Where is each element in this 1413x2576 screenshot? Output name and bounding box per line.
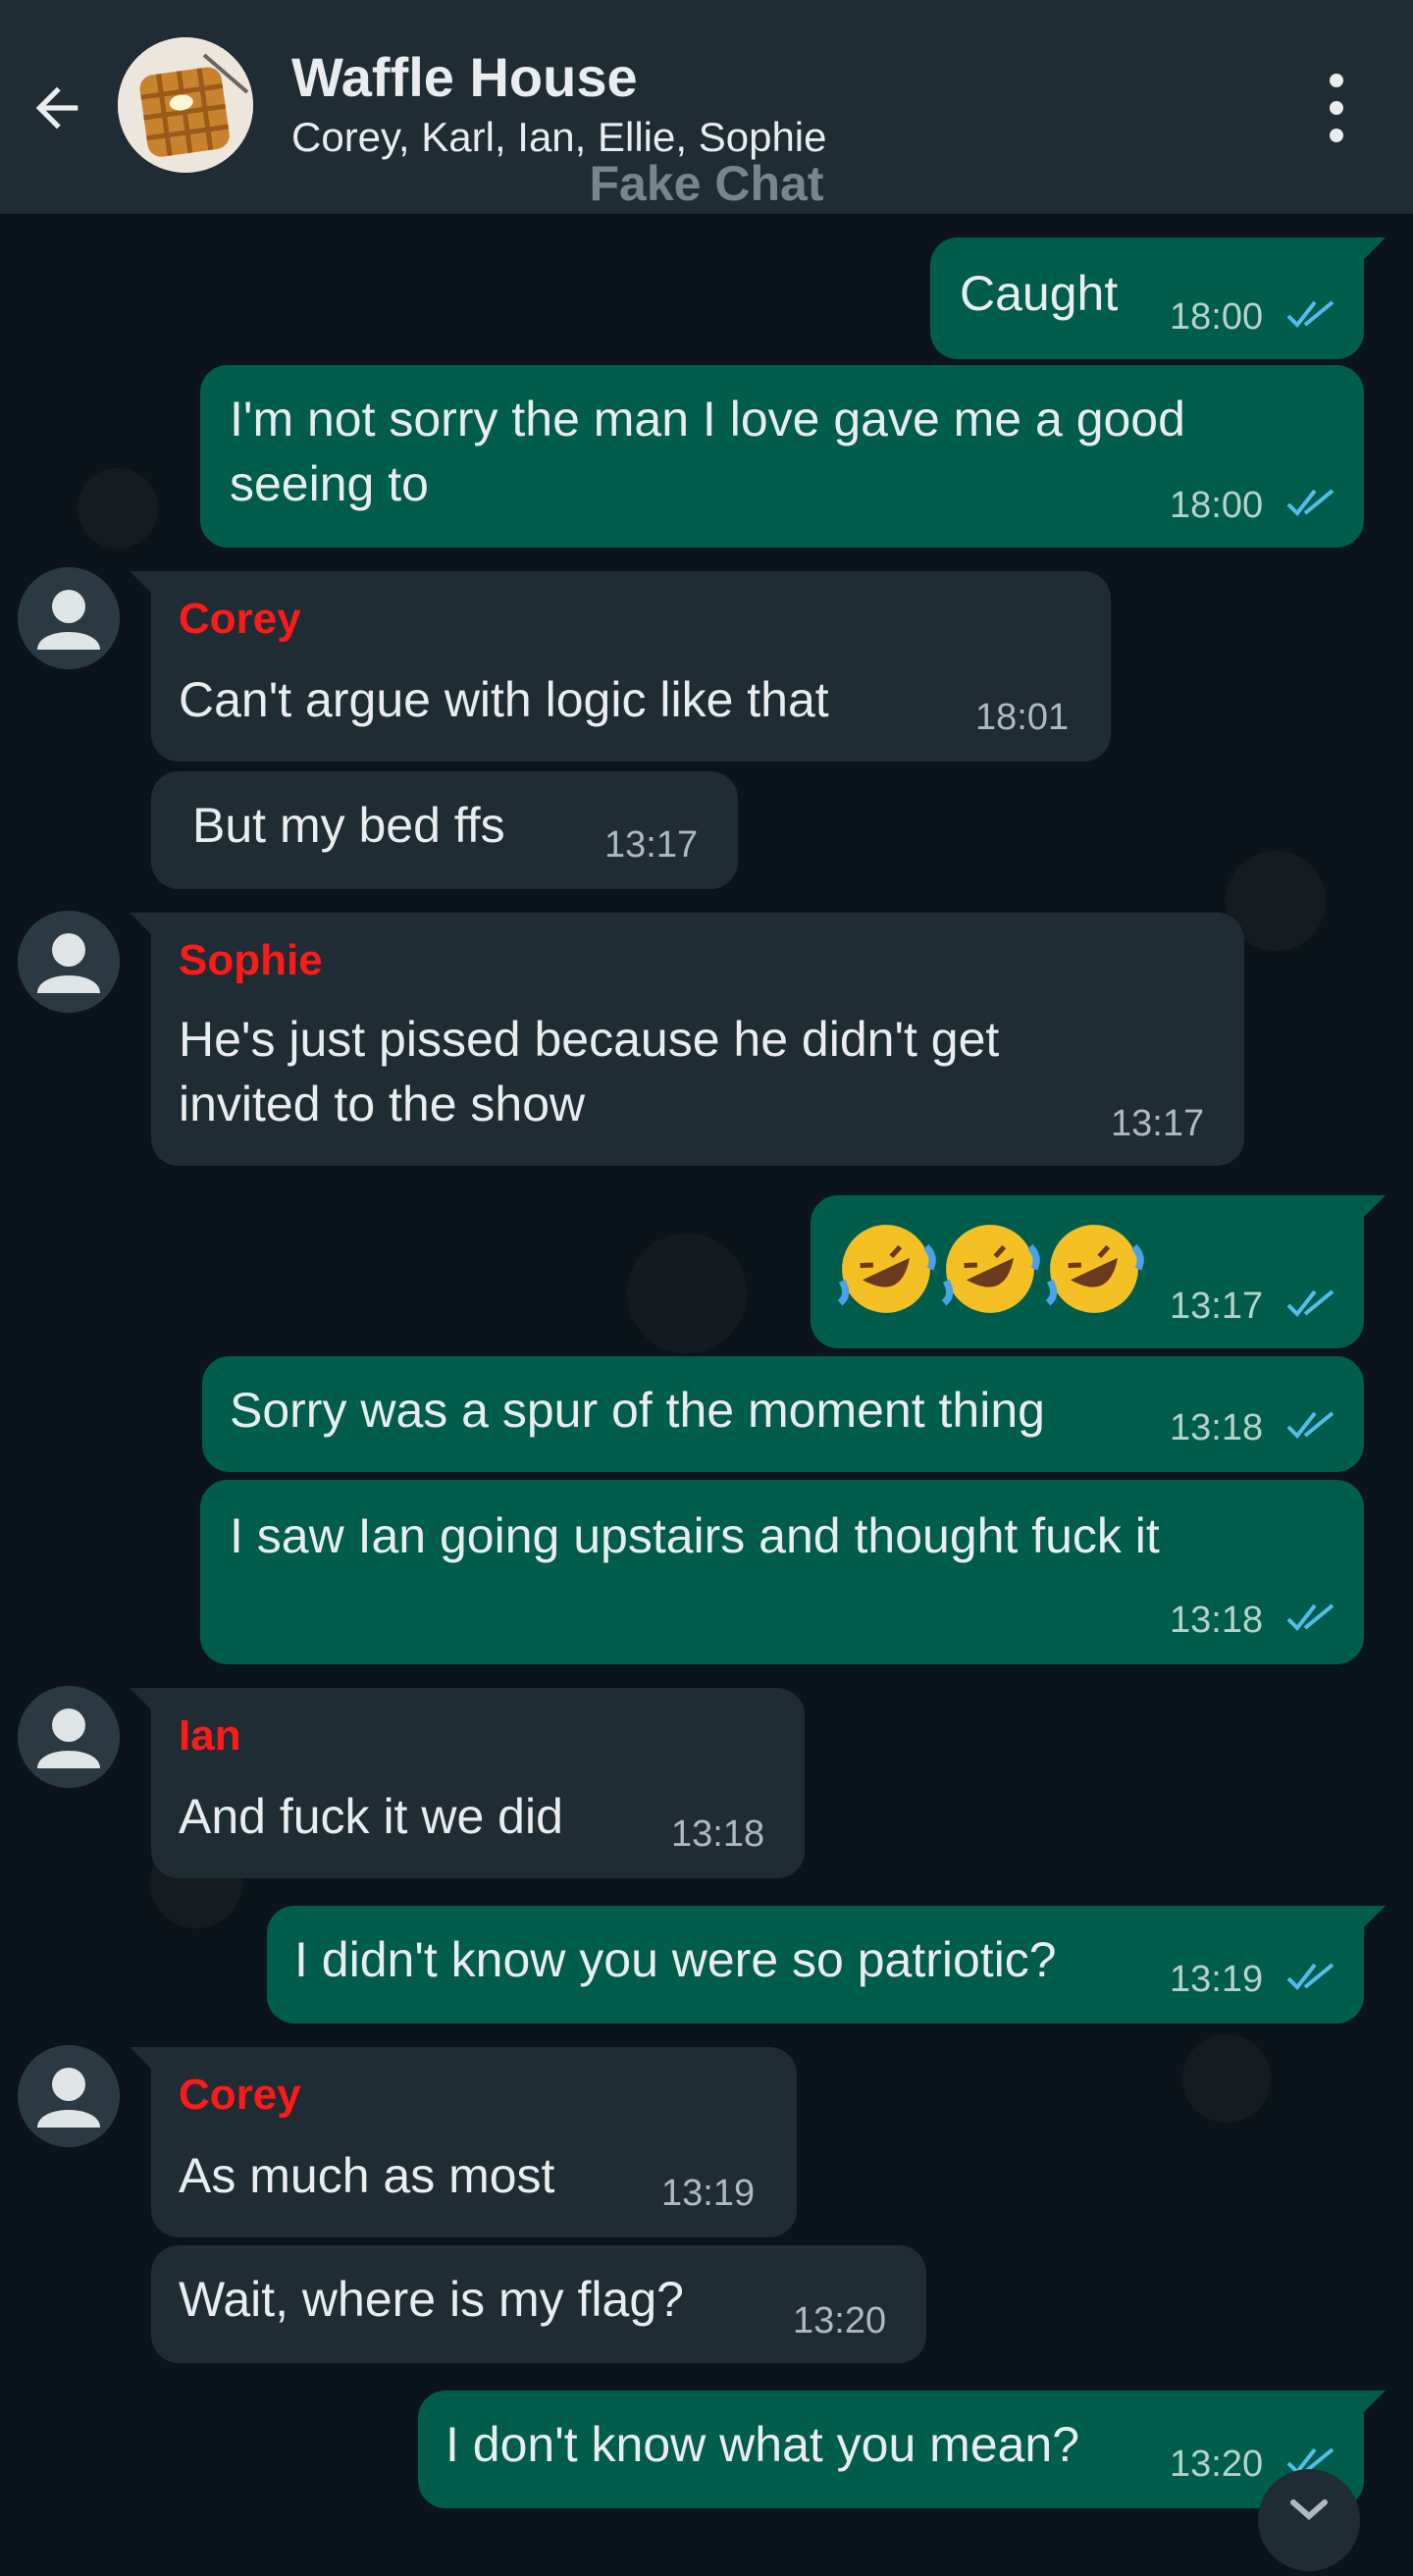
message-time: 13:17 (1111, 1103, 1205, 1144)
sender-name[interactable]: Sophie (179, 936, 323, 985)
message-time: 13:17 (604, 824, 699, 866)
message-text: As much as most (179, 2148, 555, 2203)
sender-name[interactable]: Ian (179, 1711, 241, 1761)
message-bubble-incoming[interactable]: Corey As much as most 13:19 (130, 2047, 797, 2237)
message-time: 18:00 (1170, 296, 1264, 338)
chat-members[interactable]: Corey, Karl, Ian, Ellie, Sophie (291, 114, 827, 161)
double-check-icon (1286, 1289, 1334, 1318)
avatar[interactable] (18, 1686, 120, 1788)
sender-name[interactable]: Corey (179, 595, 301, 644)
message-time: 13:18 (1170, 1600, 1264, 1641)
message-text-line: invited to the show (179, 1077, 586, 1131)
message-time: 18:00 (1170, 485, 1264, 526)
double-check-icon (1286, 300, 1334, 329)
default-avatar-icon (18, 2045, 120, 2147)
message-bubble-incoming[interactable]: Ian And fuck it we did 13:18 (130, 1688, 805, 1878)
message-bubble-incoming[interactable]: Wait, where is my flag? 13:20 (151, 2245, 926, 2363)
message-text: Sorry was a spur of the moment thing (230, 1383, 1045, 1438)
message-text-line: seeing to (230, 456, 429, 511)
message-text: I didn't know you were so patriotic? (294, 1932, 1057, 1987)
message-text: I saw Ian going upstairs and thought fuc… (230, 1508, 1160, 1563)
double-check-icon (1286, 1603, 1334, 1632)
message-bubble-outgoing[interactable]: I saw Ian going upstairs and thought fuc… (200, 1480, 1364, 1664)
message-time: 13:19 (661, 2173, 756, 2214)
default-avatar-icon (18, 911, 120, 1013)
message-time: 18:01 (975, 697, 1070, 738)
scroll-to-bottom-button[interactable] (1258, 2469, 1360, 2571)
chat-header: Waffle House Corey, Karl, Ian, Ellie, So… (0, 0, 1413, 214)
message-bubble-incoming[interactable]: But my bed ffs 13:17 (151, 771, 738, 889)
rolling-on-floor-laughing-emoji (1045, 1225, 1144, 1313)
back-arrow-icon[interactable] (26, 77, 88, 139)
message-time: 13:19 (1170, 1959, 1264, 2000)
message-text-line: He's just pissed because he didn't get (179, 1012, 1000, 1067)
message-time: 13:20 (1170, 2444, 1264, 2485)
message-text: But my bed ffs (192, 798, 505, 853)
message-bubble-outgoing[interactable]: I didn't know you were so patriotic? 13:… (267, 1906, 1386, 2024)
double-check-icon (1286, 489, 1334, 517)
avatar[interactable] (18, 911, 120, 1013)
message-text: And fuck it we did (179, 1789, 563, 1844)
message-time: 13:18 (671, 1814, 765, 1855)
message-bubble-outgoing[interactable]: 13:17 (811, 1195, 1386, 1348)
default-avatar-icon (18, 1686, 120, 1788)
sender-name[interactable]: Corey (179, 2071, 301, 2120)
message-time: 13:20 (793, 2300, 887, 2341)
default-avatar-icon (18, 567, 120, 669)
message-text: Caught (960, 266, 1119, 321)
rolling-on-floor-laughing-emoji (837, 1225, 936, 1313)
message-bubble-incoming[interactable]: Sophie He's just pissed because he didn'… (130, 913, 1244, 1166)
avatar[interactable] (18, 567, 120, 669)
message-bubble-outgoing[interactable]: Sorry was a spur of the moment thing 13:… (202, 1356, 1364, 1472)
fake-chat-watermark: Fake Chat (589, 156, 824, 211)
message-bubble-outgoing[interactable]: Caught 18:00 (930, 237, 1386, 359)
more-vert-icon[interactable] (1320, 71, 1353, 145)
chevron-down-icon (1290, 2499, 1328, 2520)
message-text: I don't know what you mean? (445, 2417, 1080, 2472)
chat-title[interactable]: Waffle House (291, 45, 638, 109)
waffle-icon (118, 37, 253, 173)
double-check-icon (1286, 1963, 1334, 1991)
group-avatar[interactable] (118, 37, 253, 173)
message-bubble-outgoing[interactable]: I don't know what you mean? 13:20 (418, 2391, 1386, 2508)
message-time: 13:17 (1170, 1286, 1264, 1327)
message-text: Wait, where is my flag? (179, 2272, 684, 2327)
message-bubble-incoming[interactable]: Corey Can't argue with logic like that 1… (130, 571, 1111, 762)
message-text: Can't argue with logic like that (179, 672, 829, 727)
message-bubble-outgoing[interactable]: I'm not sorry the man I love gave me a g… (200, 365, 1364, 548)
message-text-line: I'm not sorry the man I love gave me a g… (230, 392, 1185, 447)
message-time: 13:18 (1170, 1407, 1264, 1448)
avatar[interactable] (18, 2045, 120, 2147)
rolling-on-floor-laughing-emoji (941, 1225, 1040, 1313)
double-check-icon (1286, 1411, 1334, 1440)
